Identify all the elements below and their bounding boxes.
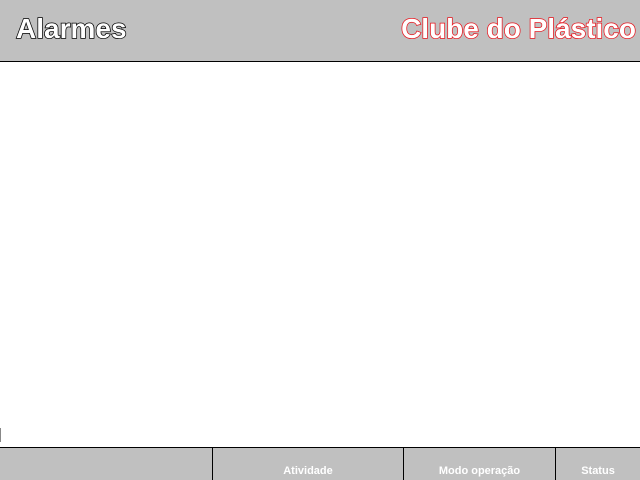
modo-operacao-label: Modo operação [438, 465, 521, 477]
status-cell-status: Status [556, 448, 640, 480]
header-bar: Alarmes Clube do Plástico [0, 0, 640, 62]
status-cell-atividade: Atividade [213, 448, 404, 480]
status-label: Status [581, 465, 615, 477]
status-bar: Atividade Modo operação Status [0, 447, 640, 480]
status-cell-modo-operacao: Modo operação [404, 448, 556, 480]
status-cell-blank [0, 448, 213, 480]
edge-marker [0, 428, 1, 442]
atividade-label: Atividade [283, 465, 333, 477]
brand-logo-text: Clube do Plástico [400, 12, 636, 45]
alarm-list-area [0, 62, 640, 447]
page-title: Alarmes [15, 12, 127, 45]
